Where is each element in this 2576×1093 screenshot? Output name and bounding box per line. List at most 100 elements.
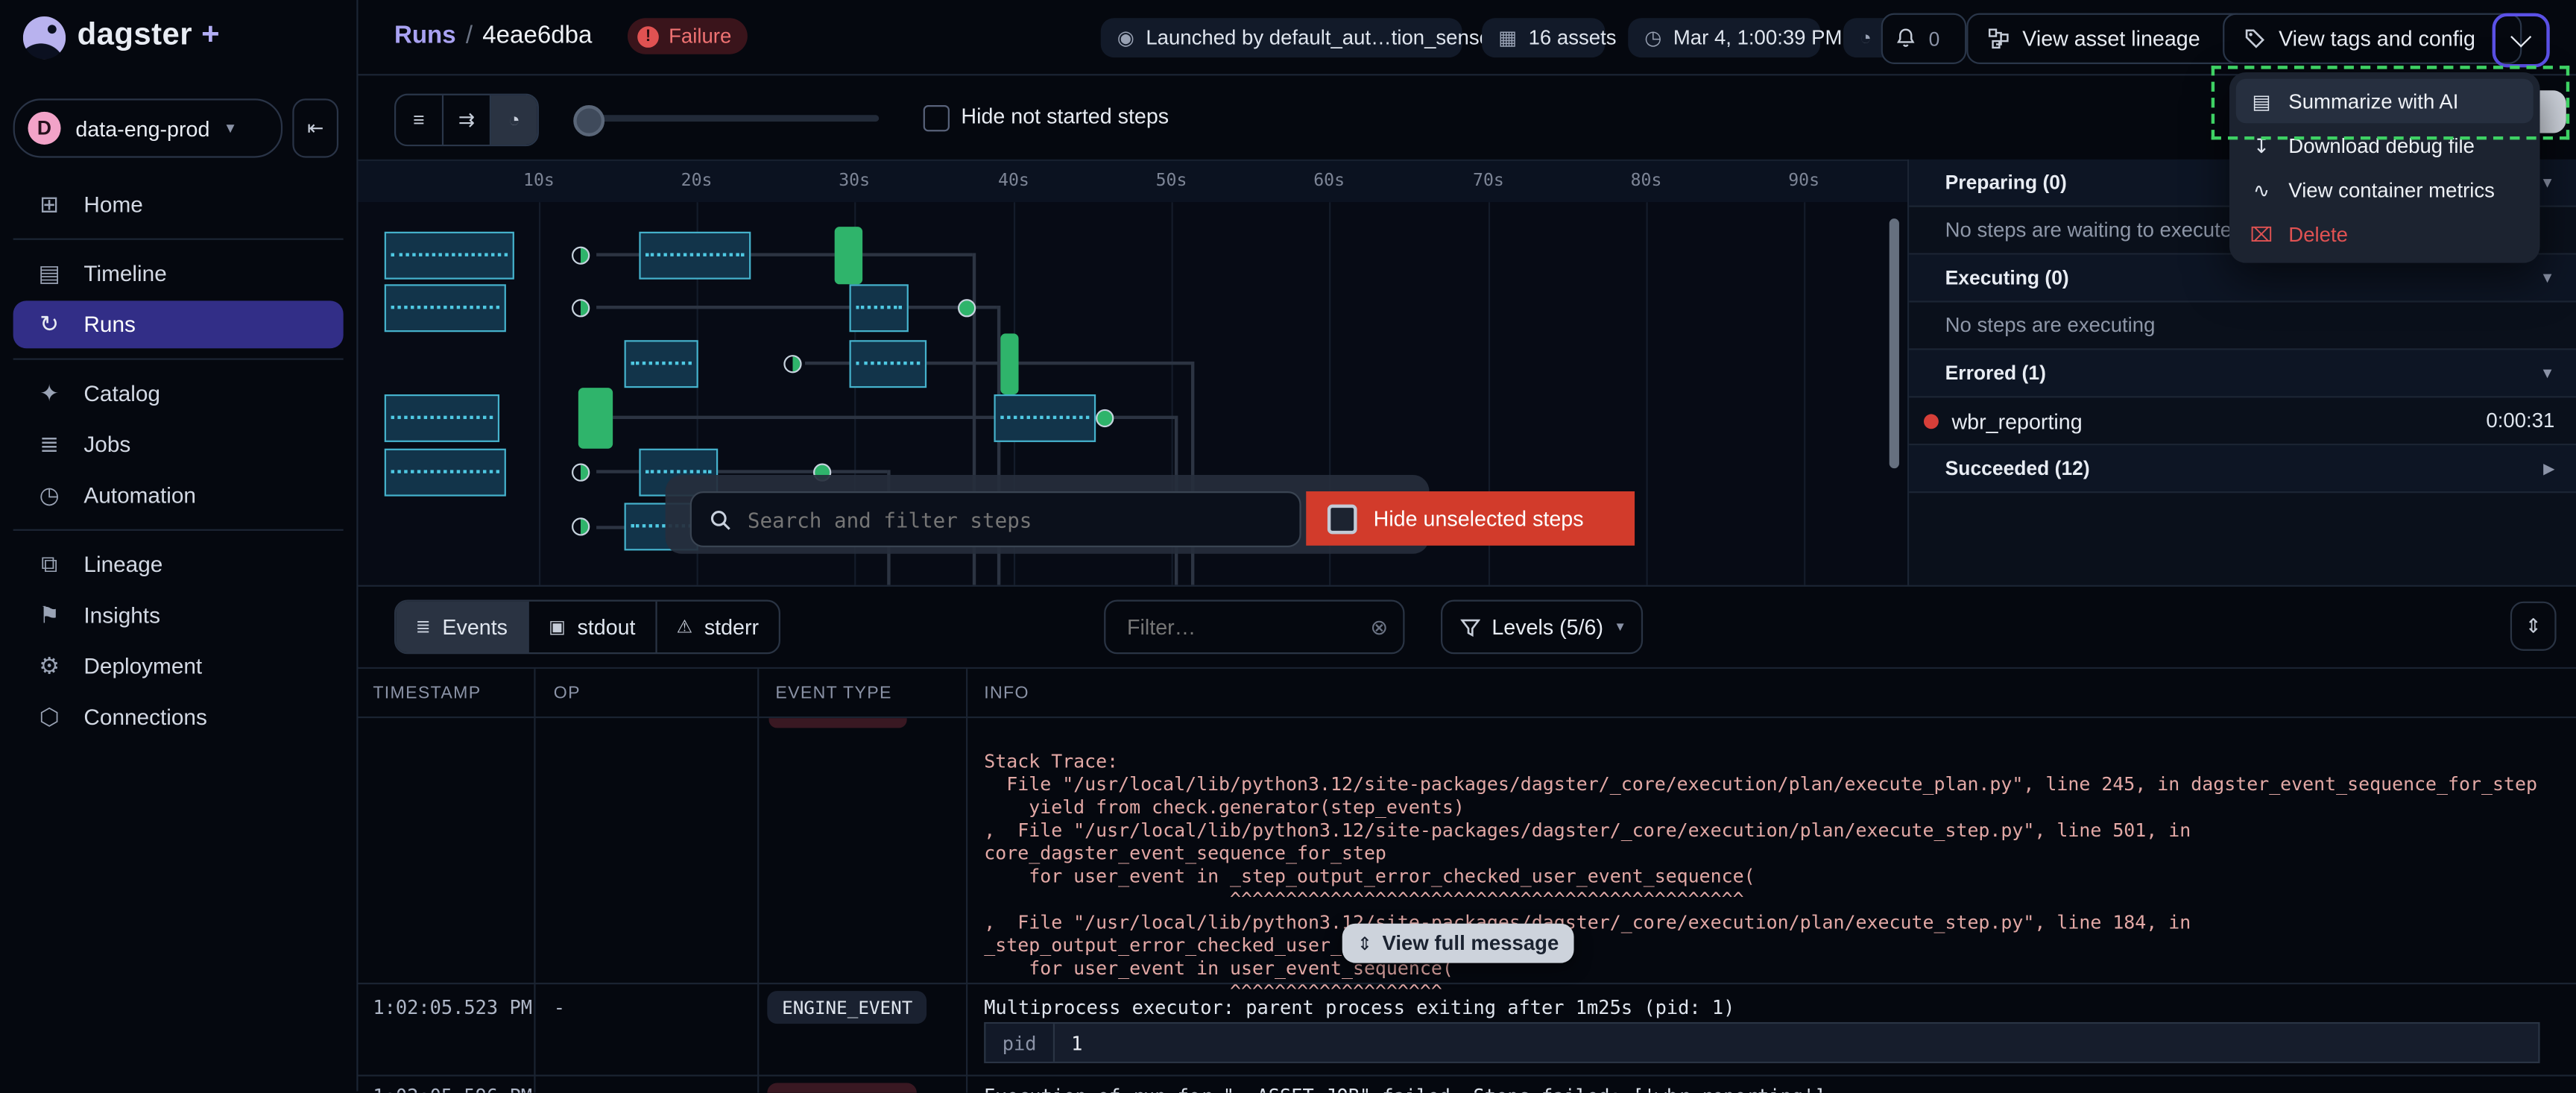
tab-events[interactable]: ≣Events: [396, 602, 528, 652]
event-type-badge: ENGINE_EVENT: [767, 991, 927, 1024]
step-box-skipped[interactable]: [994, 394, 1096, 442]
sidebar-item-label: Home: [83, 192, 142, 217]
step-marker-dot[interactable]: [572, 464, 590, 482]
step-bar-succeeded[interactable]: [835, 227, 862, 284]
tab-stderr[interactable]: ⚠stderr: [657, 602, 778, 652]
axis-tick-label: 20s: [681, 171, 713, 190]
clear-filter-icon[interactable]: ⊗: [1370, 614, 1388, 640]
lineage-icon: [1988, 28, 2010, 49]
status-badge: ! Failure: [628, 18, 748, 54]
sidebar-item-connections[interactable]: ⬡Connections: [13, 693, 344, 741]
menu-item-label: View container metrics: [2288, 178, 2495, 201]
menu-item-delete[interactable]: ⌧ Delete: [2236, 212, 2534, 256]
menu-item-label: Delete: [2288, 223, 2348, 246]
log-filter-box[interactable]: ⊗: [1104, 599, 1404, 654]
log-filter-input[interactable]: [1124, 613, 1344, 640]
status-label: Failure: [669, 25, 731, 48]
col-op: OP: [554, 684, 581, 703]
step-search-input[interactable]: [744, 505, 1276, 533]
axis-tick-label: 40s: [998, 171, 1029, 190]
sidebar-item-insights[interactable]: ⚑Insights: [13, 591, 344, 639]
timed-view-icon[interactable]: ◔: [491, 95, 537, 145]
step-box-skipped[interactable]: [625, 340, 698, 388]
step-box-skipped[interactable]: [385, 449, 506, 497]
step-marker-dot[interactable]: [572, 299, 590, 317]
run-actions-menu-button[interactable]: [2493, 13, 2550, 68]
panel-section-header[interactable]: Succeeded (12)▶: [1909, 445, 2576, 493]
run-pill: ◉Launched by default_aut…tion_sensor: [1101, 18, 1462, 57]
view-asset-lineage-button[interactable]: View asset lineage: [1966, 13, 2249, 64]
sidebar-item-deployment[interactable]: ⚙Deployment: [13, 643, 344, 690]
view-tags-config-button[interactable]: View tags and config: [2223, 13, 2522, 64]
hide-unselected-label: Hide unselected steps: [1374, 506, 1584, 531]
chevron-down-icon: [2510, 27, 2531, 48]
chevron-down-icon: ▼: [2540, 269, 2555, 286]
collapse-sidebar-button[interactable]: ⇤: [292, 98, 338, 157]
step-marker-dot[interactable]: [572, 247, 590, 265]
brand-name: dagster: [78, 18, 192, 52]
timestamp-cell: 1:02:05.523 PM: [373, 996, 532, 1019]
step-box-skipped[interactable]: [385, 394, 499, 442]
sidebar-item-home[interactable]: ⊞Home: [13, 180, 344, 228]
event-log-table: TIMESTAMP OP EVENT TYPE INFO Stack Trace…: [356, 667, 2576, 1093]
cropped-event-badge: [769, 718, 907, 728]
dependency-line: [862, 253, 973, 256]
step-marker-dot[interactable]: [783, 355, 801, 373]
column-divider: [757, 669, 759, 1093]
expand-log-panel-button[interactable]: ⇕: [2510, 602, 2557, 651]
step-box-skipped[interactable]: [639, 232, 751, 280]
breadcrumb-runs-link[interactable]: Runs: [394, 22, 456, 49]
waterfall-view-icon[interactable]: ⇉: [443, 95, 491, 145]
metadata-table: pid 1: [984, 1022, 2539, 1063]
gantt-scrollbar[interactable]: [1890, 218, 1899, 468]
step-search-box[interactable]: [690, 491, 1301, 547]
step-box-skipped[interactable]: [850, 340, 927, 388]
step-marker-dot[interactable]: [572, 517, 590, 535]
gantt-zoom-slider-handle[interactable]: [573, 105, 604, 136]
search-icon: [710, 508, 731, 530]
hide-unselected-checkbox[interactable]: [1328, 504, 1357, 534]
panel-section-title: Preparing (0): [1945, 171, 2067, 194]
gridline: [539, 202, 540, 585]
sidebar-item-catalog[interactable]: ✦ Catalog: [13, 370, 344, 418]
warning-icon: ⚠: [677, 617, 693, 638]
gridline: [1647, 202, 1648, 585]
panel-section-title: Succeeded (12): [1945, 457, 2090, 480]
step-marker-dot[interactable]: [958, 299, 976, 317]
workspace-switcher[interactable]: D data-eng-prod ▾: [13, 98, 282, 157]
step-bar-succeeded[interactable]: [1000, 333, 1018, 394]
sidebar-item-lineage[interactable]: ⧉Lineage: [13, 541, 344, 588]
sidebar-item-jobs[interactable]: ≣Jobs: [13, 420, 344, 468]
sidebar-item-timeline[interactable]: ▤Timeline: [13, 250, 344, 297]
levels-dropdown[interactable]: Levels (5/6) ▾: [1441, 599, 1644, 654]
view-full-message-button[interactable]: ⇕ View full message: [1342, 924, 1574, 963]
panel-section-header[interactable]: Errored (1)▼: [1909, 350, 2576, 397]
clock-icon: ◷: [1644, 26, 1661, 49]
tab-stdout[interactable]: ▣stdout: [529, 602, 657, 652]
sidebar-item-label: Catalog: [83, 381, 160, 406]
step-marker-dot[interactable]: [1096, 409, 1114, 427]
gantt-zoom-slider[interactable]: [578, 115, 879, 122]
panel-step-row[interactable]: wbr_reporting0:00:31: [1909, 397, 2576, 445]
catalog-icon: ✦: [36, 379, 62, 407]
flat-view-icon[interactable]: ≡: [396, 95, 443, 145]
step-box-skipped[interactable]: [385, 232, 514, 280]
notifications-button[interactable]: 0: [1881, 13, 1967, 64]
step-box-skipped[interactable]: [850, 284, 909, 332]
metrics-icon: ∿: [2249, 178, 2273, 201]
hide-not-started-label: Hide not started steps: [961, 104, 1169, 128]
step-box-skipped[interactable]: [385, 284, 506, 332]
step-bar-succeeded[interactable]: [578, 388, 613, 449]
hide-not-started-checkbox[interactable]: [924, 105, 950, 131]
timestamp-cell: 1:02:05.596 PM: [373, 1085, 532, 1093]
axis-tick-label: 10s: [523, 171, 555, 190]
trash-icon: ⌧: [2249, 223, 2273, 246]
sidebar-item-runs[interactable]: ↻Runs: [13, 300, 344, 348]
view-full-message-label: View full message: [1382, 932, 1559, 955]
sidebar-item-automation[interactable]: ◷Automation: [13, 472, 344, 520]
tab-label: stdout: [577, 614, 635, 639]
sidebar-item-label: Connections: [83, 705, 206, 730]
info-cell: Multiprocess executor: parent process ex…: [984, 996, 1734, 1019]
menu-item-view-container-metrics[interactable]: ∿ View container metrics: [2236, 168, 2534, 212]
log-tabs: ≣Events▣stdout⚠stderr: [394, 599, 780, 654]
